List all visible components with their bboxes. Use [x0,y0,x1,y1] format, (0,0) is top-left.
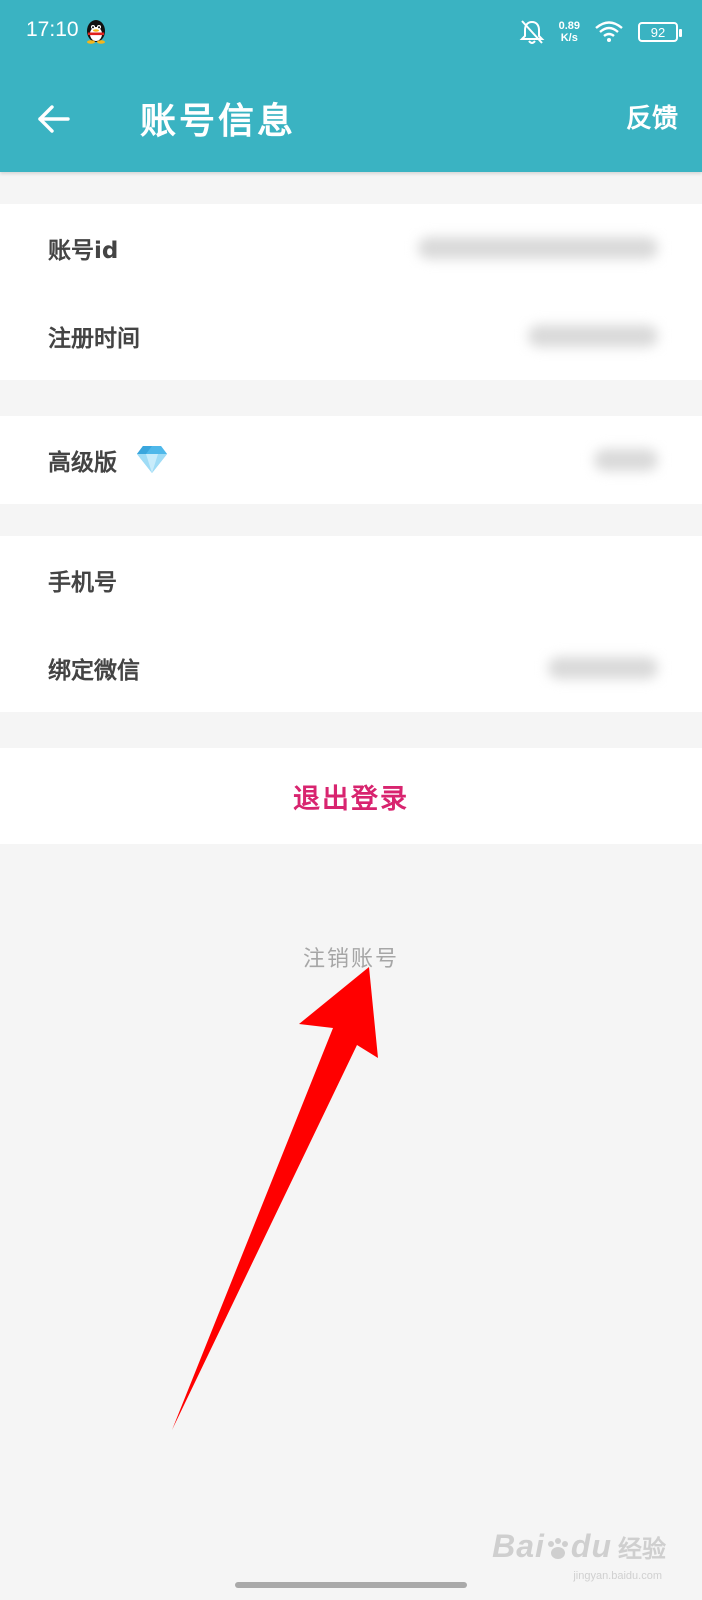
net-speed: 0.89 K/s [559,20,580,44]
battery-icon: 92 [638,22,682,42]
premium-row[interactable]: 高级版 [0,416,702,504]
baidu-watermark: Bai du 经验 [492,1528,666,1565]
wifi-icon [595,21,623,42]
register-time-row[interactable]: 注册时间 [0,292,702,380]
bell-muted-icon [519,20,544,44]
wechat-value-redacted [548,657,658,679]
binding-section: 手机号 绑定微信 [0,536,702,712]
app-header: 17:10 0.89 K/s 92 账号信息 反馈 [0,0,702,172]
premium-section: 高级版 [0,416,702,504]
logout-button[interactable]: 退出登录 [0,748,702,844]
account-id-value-redacted [418,237,658,259]
home-indicator[interactable] [235,1582,467,1588]
status-time: 17:10 [26,18,79,41]
register-time-value-redacted [528,325,658,347]
premium-value-redacted [594,449,658,471]
net-speed-value: 0.89 [558,20,580,32]
feedback-button[interactable]: 反馈 [626,98,678,135]
watermark-cn: 经验 [618,1535,666,1563]
account-id-label: 账号id [48,238,119,264]
page-title: 账号信息 [140,101,297,142]
back-button[interactable] [30,96,76,142]
account-id-row[interactable]: 账号id [0,204,702,292]
register-time-label: 注册时间 [48,326,140,352]
cancel-account-link[interactable]: 注销账号 [0,941,702,973]
wechat-label: 绑定微信 [48,658,140,684]
wechat-row[interactable]: 绑定微信 [0,624,702,712]
account-section: 账号id 注册时间 [0,204,702,380]
phone-label: 手机号 [48,570,117,596]
logout-section: 退出登录 [0,748,702,844]
premium-label: 高级版 [48,450,117,476]
watermark-url: jingyan.baidu.com [573,1570,662,1582]
arrow-left-icon [38,105,70,133]
phone-row[interactable]: 手机号 [0,536,702,624]
battery-level: 92 [650,24,666,40]
paw-icon [547,1537,568,1559]
net-speed-unit: K/s [560,32,578,44]
qq-penguin-icon [87,20,105,44]
status-icons: 0.89 K/s 92 [519,16,682,48]
diamond-icon [137,446,167,473]
watermark-brand: Bai du [492,1528,612,1564]
